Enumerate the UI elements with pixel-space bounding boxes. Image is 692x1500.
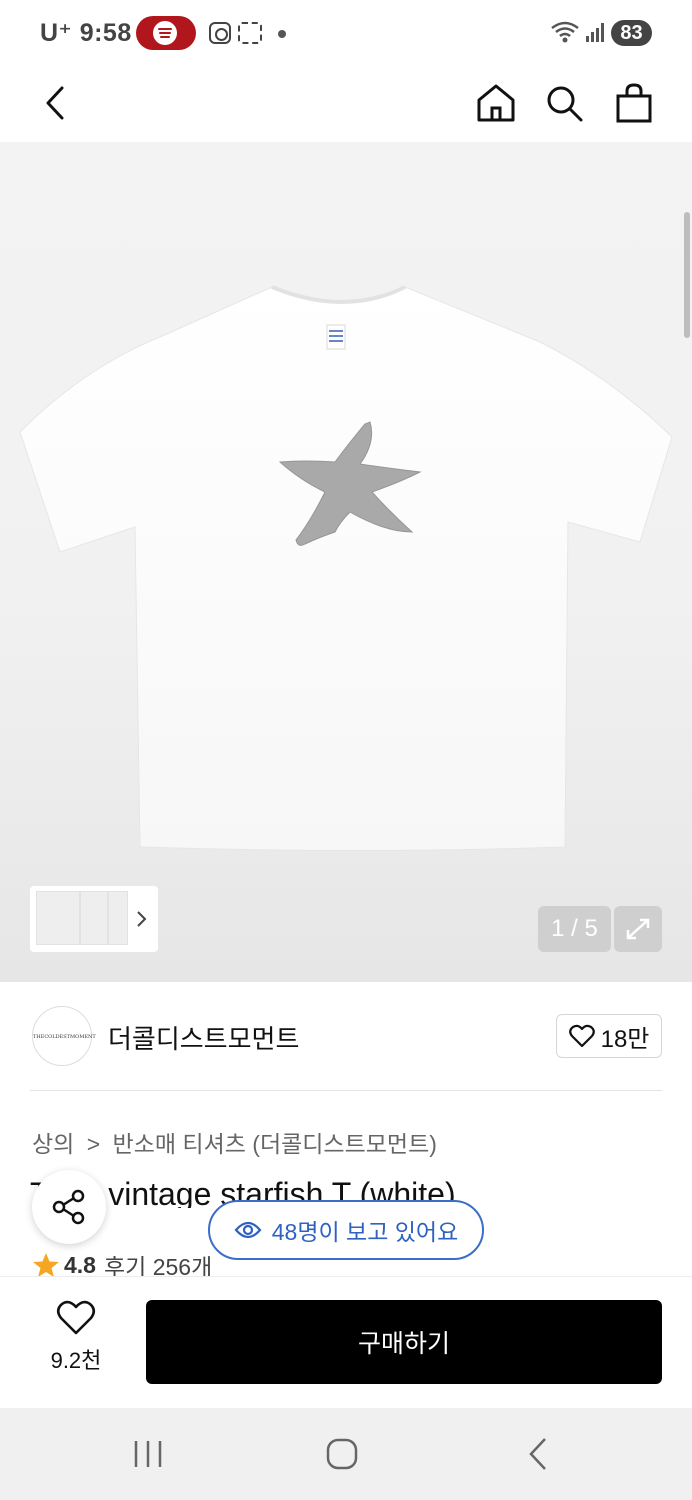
thumbnail-strip[interactable] (30, 886, 158, 952)
expand-icon (626, 918, 650, 940)
chevron-right-icon[interactable] (136, 910, 148, 928)
breadcrumb-category[interactable]: 상의 (32, 1131, 74, 1157)
signal-icon (586, 23, 604, 42)
share-button[interactable] (32, 1170, 106, 1244)
scrollbar[interactable] (684, 212, 690, 338)
brand-name[interactable]: 더콜디스트모먼트 (108, 1019, 299, 1056)
home-button[interactable] (472, 78, 520, 128)
status-bar: U⁺ 9:58 83 (0, 0, 692, 66)
spotify-notification-icon (136, 16, 196, 50)
top-app-bar (0, 66, 692, 142)
wishlist-count: 9.2천 (50, 1348, 102, 1373)
breadcrumb[interactable]: 상의 > 반소매 티셔츠 (더콜디스트모먼트) (32, 1125, 437, 1159)
thumbnail-1[interactable] (36, 891, 80, 945)
product-image-carousel[interactable] (0, 142, 692, 982)
image-counter: 1 / 5 (538, 906, 611, 952)
viewers-badge: 48명이 보고 있어요 (208, 1200, 484, 1260)
brand-logo-text: THECOLDESTMOMENT (33, 1034, 96, 1040)
heart-icon (568, 1024, 595, 1048)
back-arrow-icon (529, 1438, 546, 1470)
breadcrumb-subcategory[interactable]: 반소매 티셔츠 (더콜디스트모먼트) (113, 1131, 437, 1157)
buy-button[interactable]: 구매하기 (146, 1300, 662, 1384)
status-carrier-time: U⁺ 9:58 (40, 18, 132, 48)
expand-button[interactable] (614, 906, 662, 952)
viewers-text: 48명이 보고 있어요 (271, 1219, 459, 1245)
system-navigation-bar (0, 1408, 692, 1500)
clock: 9:58 (79, 19, 132, 47)
product-image (19, 285, 673, 851)
eye-icon (234, 1221, 262, 1239)
review-count[interactable]: 후기 256개 (104, 1252, 212, 1278)
heart-icon (56, 1300, 96, 1335)
more-notifications-icon (278, 30, 286, 38)
thumbnail-2[interactable] (80, 891, 108, 945)
brand-like-button[interactable]: 18만 (556, 1014, 662, 1058)
recent-apps-icon (134, 1441, 162, 1467)
back-nav-button[interactable] (508, 1428, 568, 1480)
home-icon (477, 84, 515, 122)
instagram-notification-icon (209, 22, 231, 44)
rating-row[interactable]: 4.8 후기 256개 (32, 1252, 212, 1278)
shopping-bag-icon (616, 83, 652, 123)
thumbnail-3[interactable] (108, 891, 128, 945)
chevron-left-icon (46, 86, 64, 120)
brand-logo[interactable]: THECOLDESTMOMENT (32, 1006, 96, 1066)
divider (30, 1090, 662, 1091)
rating-score: 4.8 (64, 1252, 96, 1278)
recent-apps-button[interactable] (118, 1428, 178, 1480)
home-circle-icon (326, 1438, 358, 1470)
back-button[interactable] (34, 78, 76, 128)
search-icon (547, 86, 583, 122)
carrier-label: U⁺ (40, 19, 73, 47)
cart-button[interactable] (610, 78, 658, 128)
home-nav-button[interactable] (312, 1428, 372, 1480)
search-button[interactable] (540, 78, 588, 128)
battery-level: 83 (611, 20, 652, 46)
star-icon (33, 1253, 59, 1277)
wifi-icon (551, 21, 579, 43)
brand-likes-count: 18만 (600, 1025, 650, 1053)
breadcrumb-separator: > (86, 1131, 101, 1157)
wishlist-button[interactable]: 9.2천 (40, 1300, 112, 1375)
screenshot-notification-icon (238, 22, 262, 44)
share-icon (52, 1189, 85, 1225)
